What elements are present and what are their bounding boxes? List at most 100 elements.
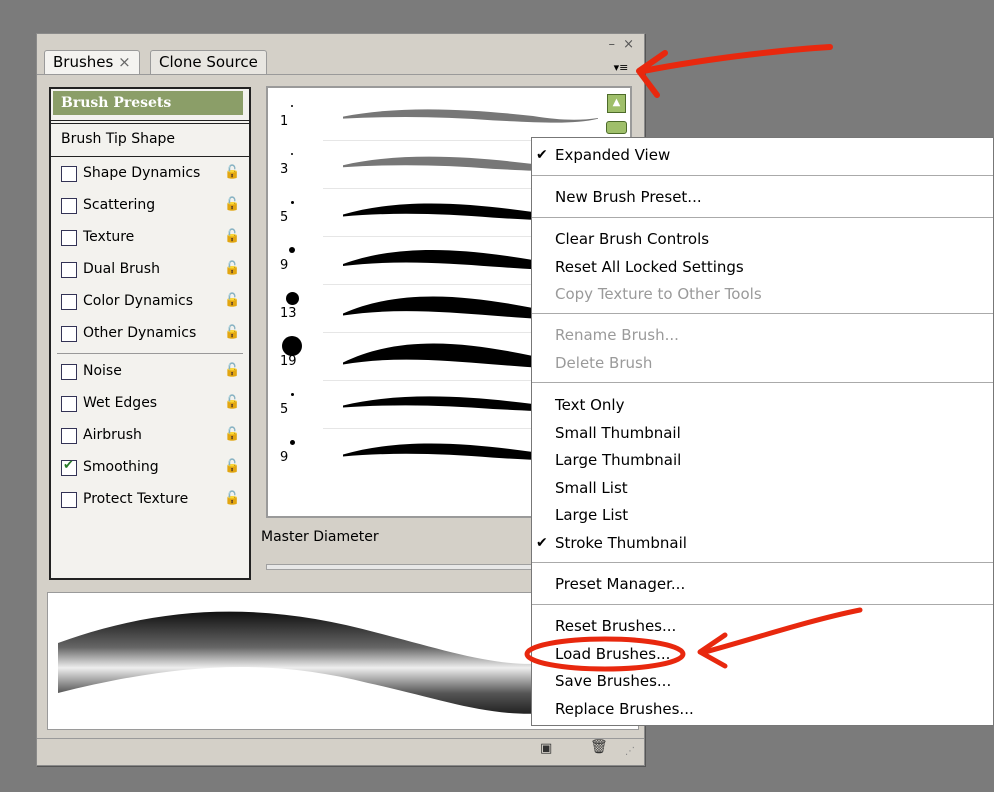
option-label: Texture [83,229,135,245]
tab-close-icon[interactable]: × [118,53,131,71]
brush-row[interactable]: 1 [268,94,598,140]
divider [57,353,243,354]
checkbox[interactable] [61,294,77,310]
checkbox[interactable] [61,262,77,278]
brush-size-label: 13 [280,306,297,321]
menu-item[interactable]: Clear Brush Controls [555,230,709,248]
lock-icon[interactable]: 🔓 [224,395,240,410]
menu-item[interactable]: New Brush Preset... [555,188,702,206]
checkbox[interactable] [61,198,77,214]
option-row[interactable]: Protect Texture 🔓 [61,487,241,513]
annotation-arrow-icon [636,44,833,98]
tab-brushes[interactable]: Brushes × [44,50,140,74]
checkbox[interactable] [61,364,77,380]
menu-item[interactable]: Text Only [555,396,624,414]
brush-options-list: Brush Presets Brush Tip Shape Shape Dyna… [49,87,251,580]
menu-item: Copy Texture to Other Tools [555,285,762,303]
checkbox[interactable] [61,396,77,412]
brush-size-label: 9 [280,258,289,273]
menu-item[interactable]: Stroke Thumbnail [555,534,687,552]
lock-icon[interactable]: 🔓 [224,197,240,212]
option-label: Shape Dynamics [83,165,201,181]
lock-icon[interactable]: 🔓 [224,325,240,340]
scrollbar-thumb[interactable] [606,121,627,134]
brush-tip-dot [285,291,299,305]
option-label: Noise [83,363,122,379]
menu-item[interactable]: Expanded View [555,146,670,164]
brush-presets-header[interactable]: Brush Presets [53,91,243,115]
menu-separator [532,313,993,314]
option-row[interactable]: Other Dynamics 🔓 [61,321,241,347]
trash-icon[interactable]: 🗑 [590,739,608,755]
menu-item: Rename Brush... [555,326,679,344]
menu-item[interactable]: Large List [555,506,628,524]
lock-icon[interactable]: 🔓 [224,261,240,276]
option-label: Smoothing [83,459,159,475]
option-row[interactable]: Smoothing 🔓 [61,455,241,481]
option-label: Color Dynamics [83,293,194,309]
master-diameter-slider[interactable] [266,564,558,570]
lock-icon[interactable]: 🔓 [224,229,240,244]
option-label: Scattering [83,197,156,213]
menu-item[interactable]: Large Thumbnail [555,451,681,469]
checkmark-icon: ✔ [536,147,548,163]
option-row[interactable]: Shape Dynamics 🔓 [61,161,241,187]
checkbox[interactable] [61,428,77,444]
option-row[interactable]: Color Dynamics 🔓 [61,289,241,315]
brush-tip-shape-item[interactable]: Brush Tip Shape [61,131,175,147]
option-label: Protect Texture [83,491,189,507]
new-brush-icon[interactable]: ▣ [540,741,552,756]
checkbox[interactable] [61,458,77,476]
footer-divider [37,738,644,739]
brush-size-label: 19 [280,354,297,369]
checkbox[interactable] [61,166,77,182]
lock-icon[interactable]: 🔓 [224,165,240,180]
option-row[interactable]: Scattering 🔓 [61,193,241,219]
scroll-up-icon[interactable]: ▲ [607,94,626,113]
option-row[interactable]: Airbrush 🔓 [61,423,241,449]
brush-tip-dot [291,105,293,107]
checkbox[interactable] [61,492,77,508]
lock-icon[interactable]: 🔓 [224,427,240,442]
brush-stroke-thumbnail [343,109,598,123]
brush-size-label: 1 [280,114,289,129]
option-row[interactable]: Dual Brush 🔓 [61,257,241,283]
divider [51,156,249,157]
lock-icon[interactable]: 🔓 [224,491,240,506]
option-label: Dual Brush [83,261,160,277]
checkmark-icon: ✔ [536,535,548,551]
checkbox[interactable] [61,230,77,246]
brush-tip-dot [289,439,295,445]
brush-tip-dot [291,153,293,155]
divider [51,120,249,121]
option-row[interactable]: Texture 🔓 [61,225,241,251]
tab-divider [37,74,644,75]
option-label: Other Dynamics [83,325,197,341]
brush-tip-dot [290,392,294,396]
option-label: Wet Edges [83,395,158,411]
menu-item: Delete Brush [555,354,653,372]
lock-icon[interactable]: 🔓 [224,459,240,474]
option-label: Airbrush [83,427,142,443]
checkbox[interactable] [61,326,77,342]
menu-item[interactable]: Small Thumbnail [555,424,681,442]
menu-item[interactable]: Reset All Locked Settings [555,258,744,276]
option-row[interactable]: Noise 🔓 [61,359,241,385]
lock-icon[interactable]: 🔓 [224,363,240,378]
option-row[interactable]: Wet Edges 🔓 [61,391,241,417]
master-diameter-label: Master Diameter [261,529,379,545]
brush-size-label: 9 [280,450,289,465]
annotation-circle-arrow-icon [524,607,863,672]
brush-tip-dot [290,200,294,204]
divider [51,123,249,124]
resize-grip-icon[interactable]: ⋰ [625,746,635,757]
menu-item[interactable]: Replace Brushes... [555,700,694,718]
brush-tip-dot [289,247,295,253]
tab-brushes-label: Brushes [53,53,114,71]
tab-clone-source[interactable]: Clone Source [150,50,267,74]
menu-separator [532,382,993,383]
menu-separator [532,562,993,563]
menu-item[interactable]: Small List [555,479,628,497]
lock-icon[interactable]: 🔓 [224,293,240,308]
menu-separator [532,175,993,176]
